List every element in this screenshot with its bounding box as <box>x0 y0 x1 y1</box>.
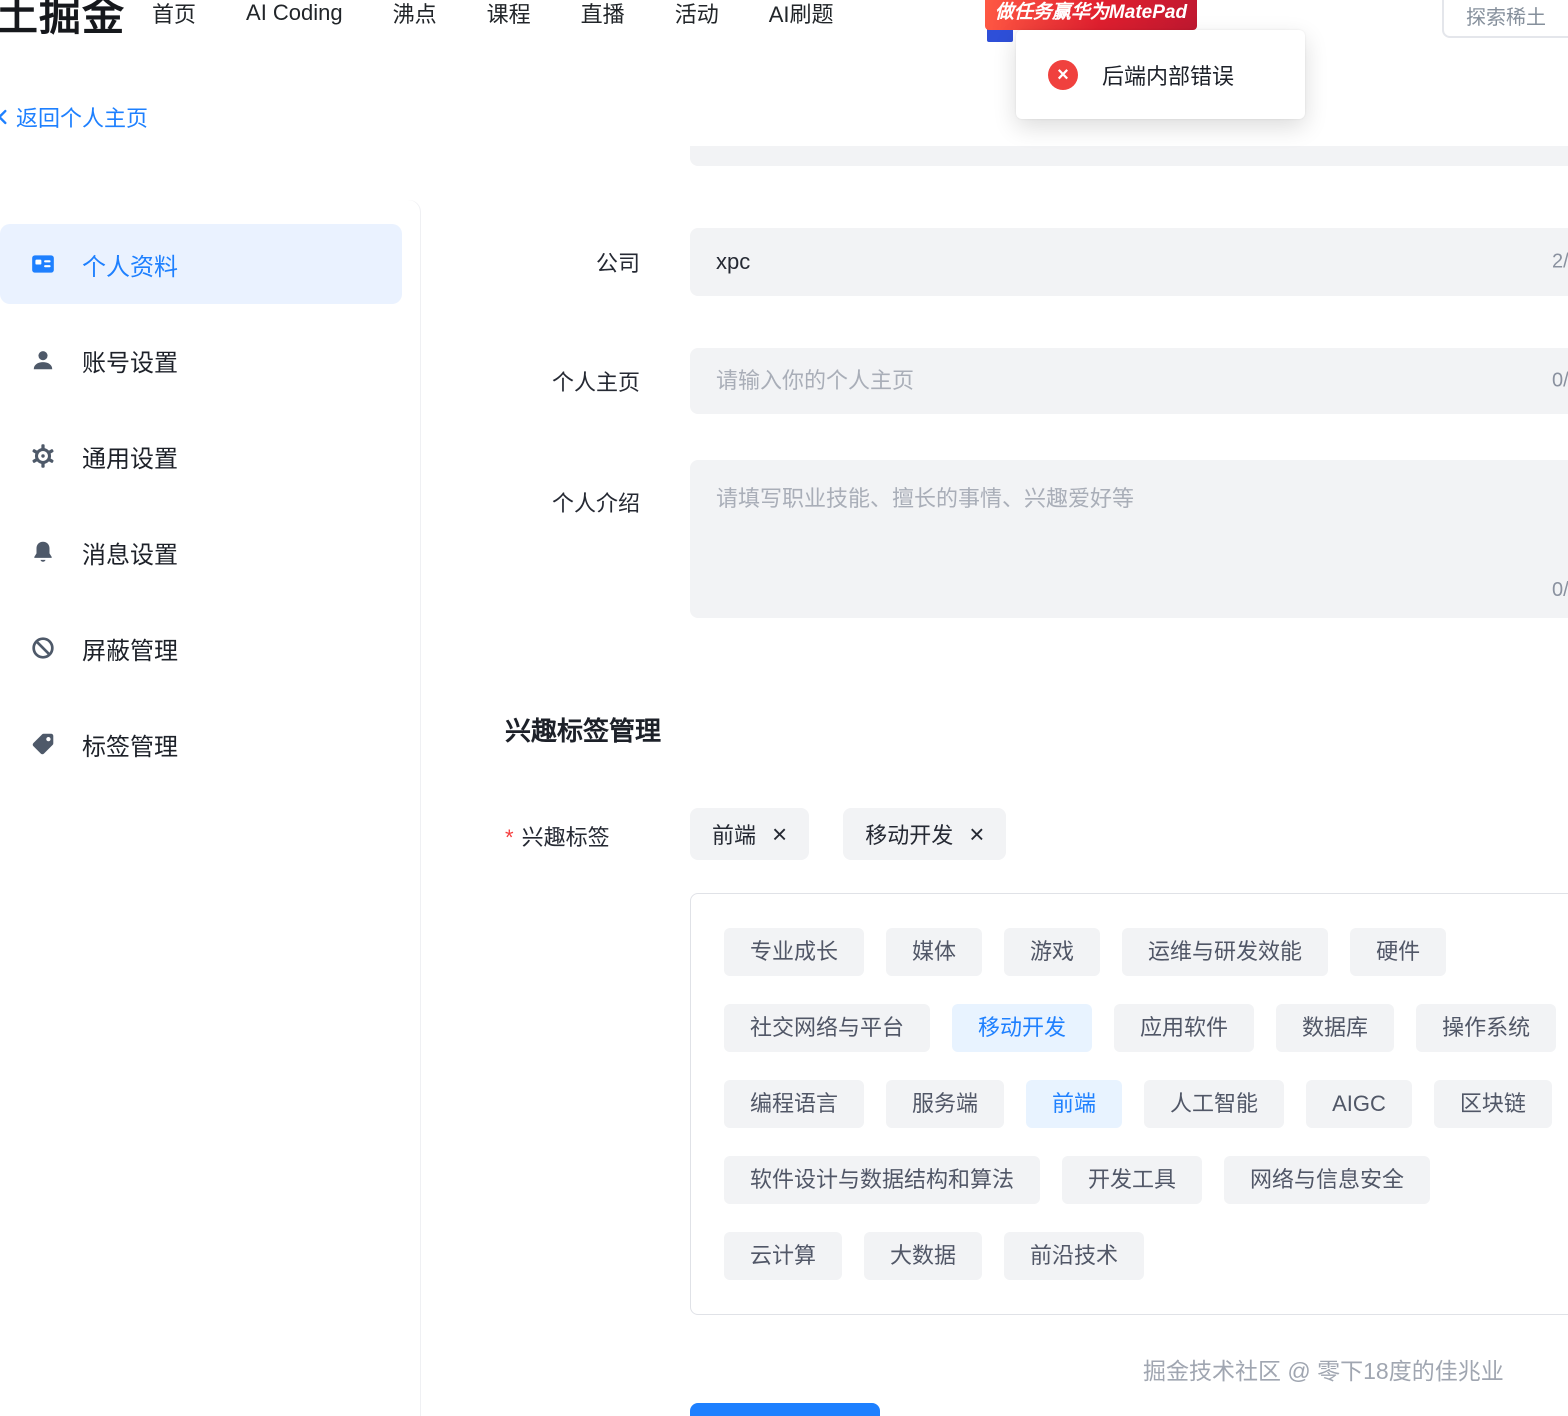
homepage-char-counter: 0/ <box>1552 369 1568 392</box>
community-watermark: 掘金技术社区 @ 零下18度的佳兆业 <box>1143 1358 1504 1384</box>
sidebar-item-account-settings[interactable]: 账号设置 <box>0 320 402 400</box>
previous-input-partial[interactable] <box>690 146 1568 166</box>
required-asterisk: * <box>505 825 514 850</box>
nav-item-pins[interactable]: 沸点 <box>393 0 437 29</box>
user-icon <box>30 347 56 373</box>
tag-icon <box>30 731 56 757</box>
nav-item-ai-quiz[interactable]: AI刷题 <box>769 0 834 29</box>
nav-item-home[interactable]: 首页 <box>152 0 196 29</box>
sidebar-item-label: 标签管理 <box>82 733 178 761</box>
back-link-label: 返回个人主页 <box>16 106 149 131</box>
company-char-counter: 2/ <box>1552 250 1568 273</box>
nav-item-courses[interactable]: 课程 <box>487 0 531 29</box>
bell-icon <box>30 539 56 565</box>
intro-textarea[interactable] <box>690 460 1568 618</box>
intro-row: 个人介绍 0/ <box>460 460 1568 618</box>
selected-tag-chip-0: 前端 × <box>690 808 810 860</box>
promo-banner-text: 做任务赢华为MatePad <box>994 1 1188 23</box>
tag-option[interactable]: 编程语言 <box>724 1080 865 1128</box>
tag-option[interactable]: 专业成长 <box>724 928 865 976</box>
search-box[interactable]: 探索稀土 <box>1442 0 1568 38</box>
homepage-label: 个人主页 <box>551 370 640 395</box>
tag-option[interactable]: 运维与研发效能 <box>1122 928 1329 976</box>
search-placeholder: 探索稀土 <box>1466 6 1546 29</box>
company-row: 公司 2/ <box>460 228 1568 296</box>
sidebar-item-profile[interactable]: 个人资料 <box>0 224 402 304</box>
gear-icon <box>30 443 56 469</box>
sidebar-item-general-settings[interactable]: 通用设置 <box>0 416 402 496</box>
selected-tag-chip-1: 移动开发 × <box>843 808 1007 860</box>
toast-message: 后端内部错误 <box>1102 63 1235 89</box>
tag-row-4: 云计算 大数据 前沿技术 <box>724 1232 1568 1280</box>
sidebar-item-label: 通用设置 <box>82 445 178 473</box>
selected-tag-label: 前端 <box>712 823 757 848</box>
tag-option[interactable]: 前端 <box>1026 1080 1123 1128</box>
company-input[interactable]: 2/ <box>690 228 1568 296</box>
tag-option[interactable]: 软件设计与数据结构和算法 <box>724 1156 1041 1204</box>
company-input-field[interactable] <box>690 228 1568 296</box>
tag-option[interactable]: 数据库 <box>1276 1004 1395 1052</box>
tag-option[interactable]: 社交网络与平台 <box>724 1004 931 1052</box>
selected-tags-list: 前端 × 移动开发 × <box>690 808 1007 860</box>
sidebar-item-label: 账号设置 <box>82 349 178 377</box>
remove-tag-icon[interactable]: × <box>969 821 984 847</box>
nav-item-events[interactable]: 活动 <box>675 0 719 29</box>
tag-option[interactable]: 前沿技术 <box>1004 1232 1145 1280</box>
tag-option[interactable]: AIGC <box>1306 1080 1412 1128</box>
nav-item-ai-coding[interactable]: AI Coding <box>246 0 343 26</box>
selected-tag-label: 移动开发 <box>865 823 954 848</box>
tag-row-2: 编程语言 服务端 前端 人工智能 AIGC 区块链 <box>724 1080 1568 1128</box>
intro-label: 个人介绍 <box>551 491 640 516</box>
juejin-logo[interactable]: 土掘金 <box>0 0 125 43</box>
block-icon <box>30 635 56 661</box>
back-to-profile-link[interactable]: 返回个人主页 <box>0 101 148 133</box>
error-x-icon: × <box>1048 59 1078 90</box>
tag-row-3: 软件设计与数据结构和算法 开发工具 网络与信息安全 <box>724 1156 1568 1204</box>
tag-option[interactable]: 开发工具 <box>1062 1156 1203 1204</box>
tag-option[interactable]: 硬件 <box>1350 928 1447 976</box>
tag-option[interactable]: 操作系统 <box>1416 1004 1557 1052</box>
tag-row-0: 专业成长 媒体 游戏 运维与研发效能 硬件 <box>724 928 1568 976</box>
sidebar-item-label: 消息设置 <box>82 541 178 569</box>
interest-field-label: * 兴趣标签 <box>505 820 610 852</box>
tag-option[interactable]: 人工智能 <box>1144 1080 1285 1128</box>
intro-char-counter: 0/ <box>1552 579 1568 601</box>
main-nav: 首页 AI Coding 沸点 课程 直播 活动 AI刷题 <box>152 0 834 29</box>
tag-options-panel: 专业成长 媒体 游戏 运维与研发效能 硬件 社交网络与平台 移动开发 应用软件 数据库 操作系统编… <box>690 893 1568 1315</box>
chevron-left-icon <box>0 106 14 128</box>
sidebar-item-label: 屏蔽管理 <box>82 637 178 665</box>
juejin-profile-settings-page: 土掘金 首页 AI Coding 沸点 课程 直播 活动 AI刷题 做任务赢华为MatePa… <box>0 0 1568 1416</box>
tag-option[interactable]: 服务端 <box>886 1080 1005 1128</box>
save-button[interactable] <box>690 1403 880 1416</box>
homepage-input[interactable]: 0/ <box>690 348 1568 414</box>
company-label: 公司 <box>595 251 640 276</box>
interest-section-title: 兴趣标签管理 <box>505 716 662 746</box>
sidebar-item-message-settings[interactable]: 消息设置 <box>0 512 402 592</box>
tag-option[interactable]: 区块链 <box>1433 1080 1552 1128</box>
tag-option[interactable]: 移动开发 <box>952 1004 1093 1052</box>
tag-option[interactable]: 游戏 <box>1004 928 1101 976</box>
tag-option[interactable]: 大数据 <box>864 1232 983 1280</box>
settings-sidebar: 个人资料账号设置通用设置消息设置屏蔽管理标签管理 <box>0 200 420 1416</box>
tag-option[interactable]: 应用软件 <box>1114 1004 1255 1052</box>
sidebar-item-label: 个人资料 <box>82 253 178 281</box>
homepage-row: 个人主页 0/ <box>460 348 1568 414</box>
sidebar-item-block-management[interactable]: 屏蔽管理 <box>0 608 402 688</box>
tag-option[interactable]: 网络与信息安全 <box>1224 1156 1431 1204</box>
interest-field-label-text: 兴趣标签 <box>521 825 610 850</box>
tag-row-1: 社交网络与平台 移动开发 应用软件 数据库 操作系统 <box>724 1004 1568 1052</box>
promo-banner[interactable]: 做任务赢华为MatePad <box>985 0 1197 30</box>
profile-card-icon <box>30 251 56 277</box>
tag-option[interactable]: 云计算 <box>724 1232 843 1280</box>
error-toast: × 后端内部错误 <box>1016 30 1305 119</box>
intro-textarea-box[interactable]: 0/ <box>690 460 1568 618</box>
homepage-input-field[interactable] <box>690 348 1568 414</box>
tag-option[interactable]: 媒体 <box>886 928 983 976</box>
nav-item-live[interactable]: 直播 <box>581 0 625 29</box>
remove-tag-icon[interactable]: × <box>772 821 787 847</box>
sidebar-item-tag-management[interactable]: 标签管理 <box>0 704 402 784</box>
